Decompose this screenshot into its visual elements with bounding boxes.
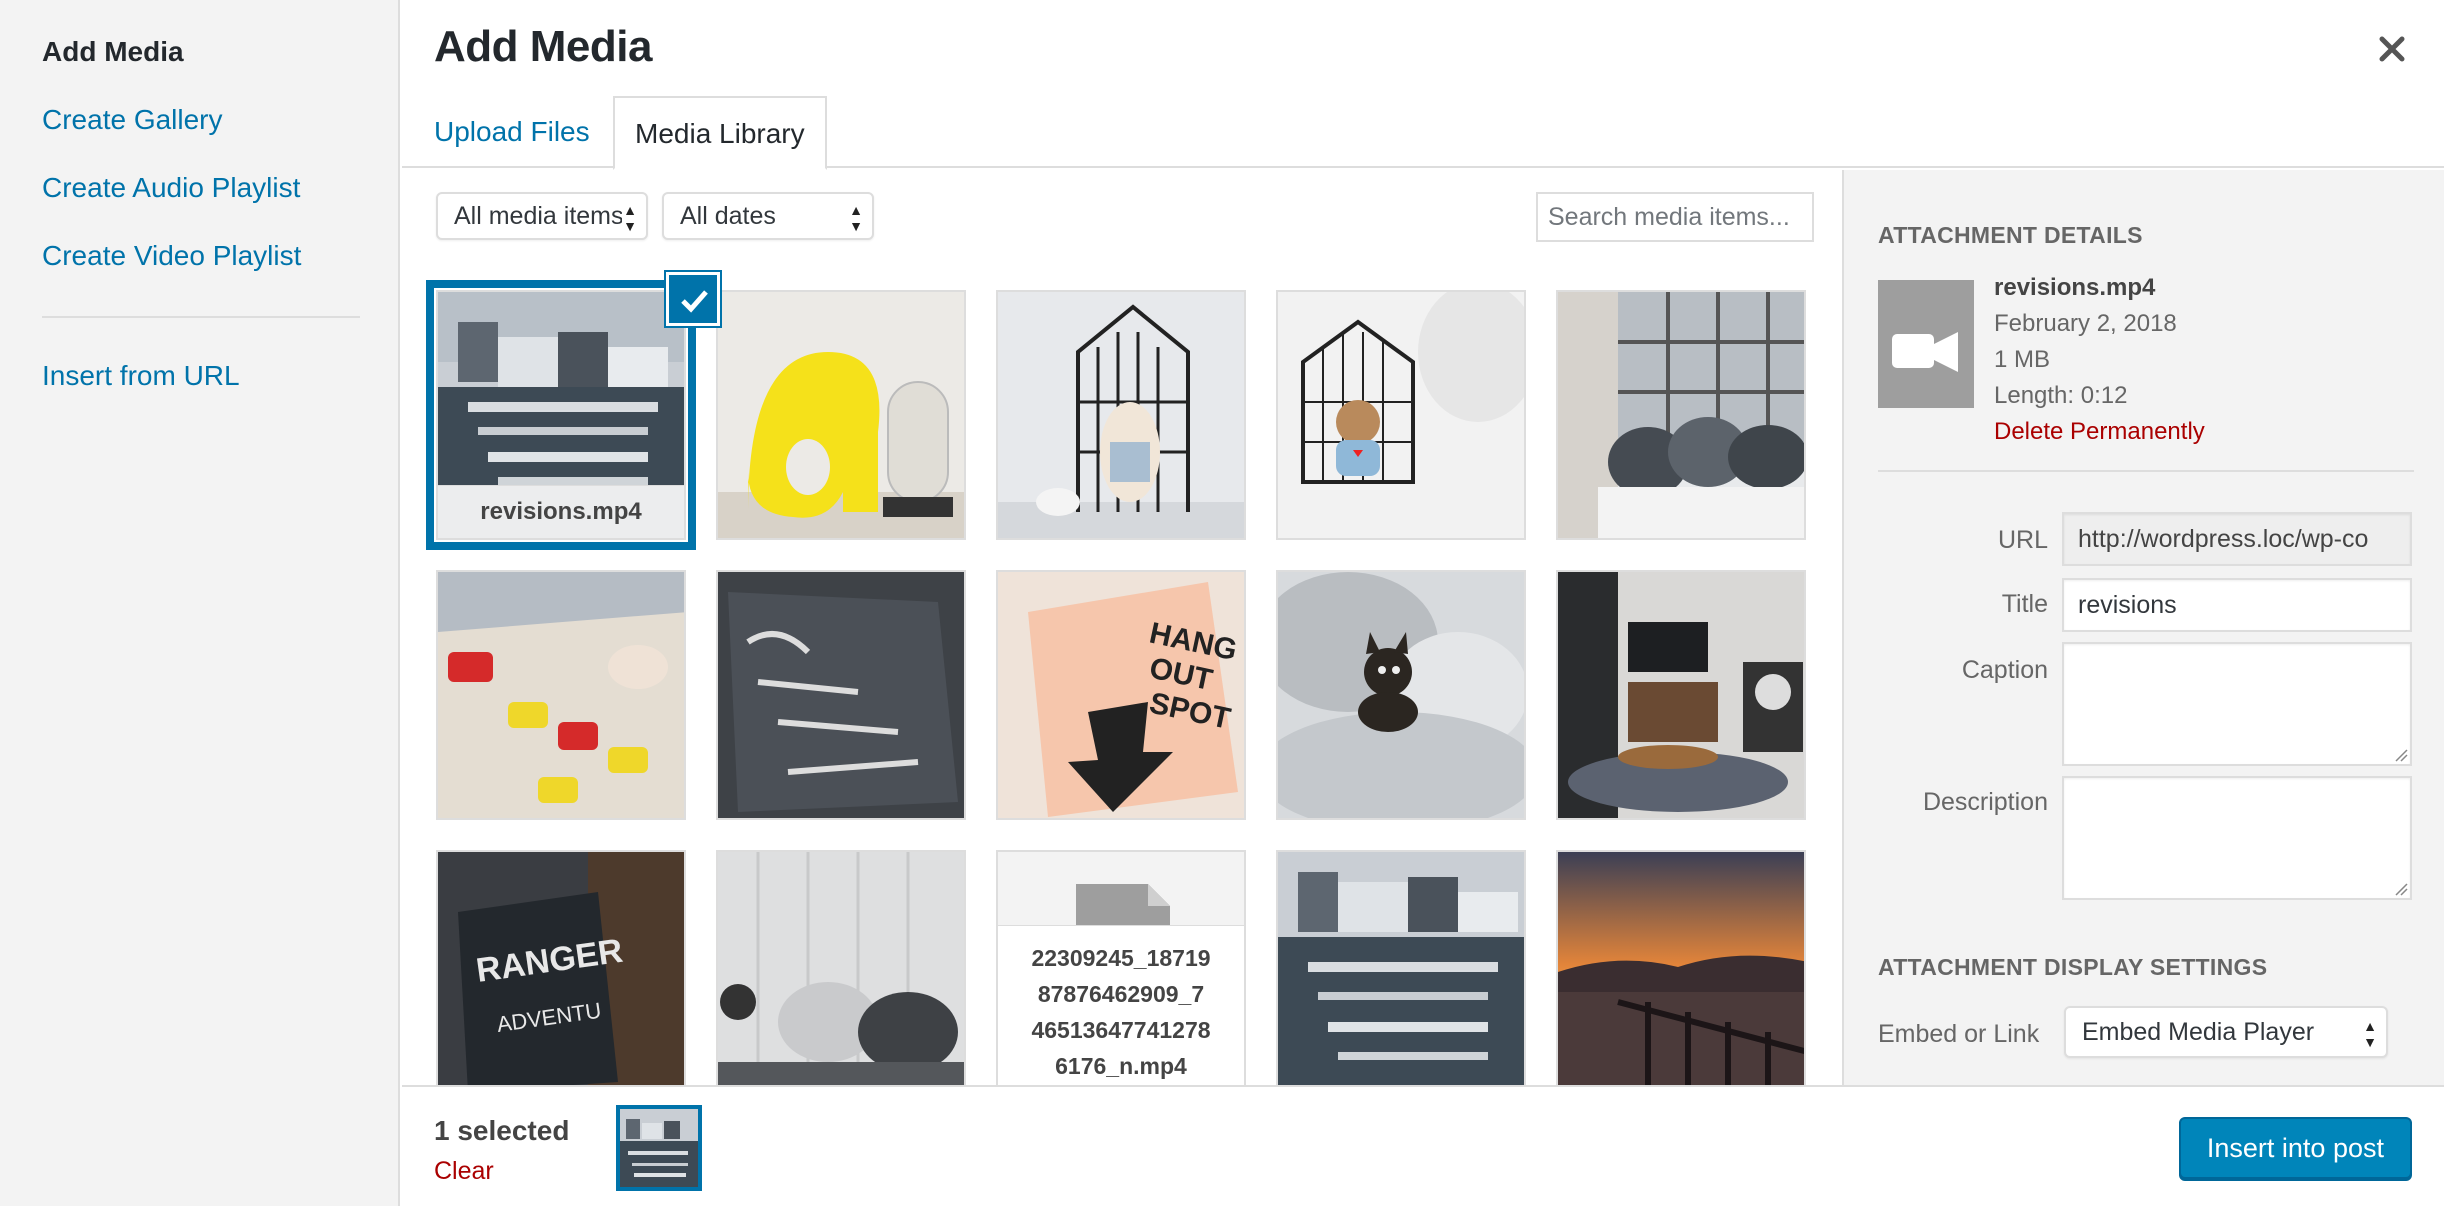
attachment-mp4-file[interactable]: 22309245_18719 87876462909_7 46513647741… xyxy=(996,850,1246,1085)
search-input[interactable] xyxy=(1536,192,1814,242)
attachment-thumbnail xyxy=(718,572,964,818)
attachment-toy-cars[interactable] xyxy=(436,570,686,820)
description-textarea[interactable] xyxy=(2062,776,2412,900)
attachment-thumbnail xyxy=(998,292,1244,538)
embed-or-link-label: Embed or Link xyxy=(1878,1020,2040,1048)
close-icon[interactable] xyxy=(2372,30,2412,70)
media-date-filter-value: All dates xyxy=(680,202,776,230)
menu-separator xyxy=(42,316,360,318)
tab-media-library[interactable]: Media Library xyxy=(613,96,827,170)
attachment-filename: revisions.mp4 xyxy=(1994,274,2156,301)
attachment-filename: 22309245_18719 87876462909_7 46513647741… xyxy=(998,926,1244,1085)
url-field[interactable]: http://wordpress.loc/wp-co xyxy=(2062,512,2412,566)
frame-title: Add Media xyxy=(434,22,652,71)
attachment-thumbnail xyxy=(718,292,964,538)
attachment-window-cushions[interactable] xyxy=(1556,290,1806,540)
tab-upload-files[interactable]: Upload Files xyxy=(414,96,610,168)
attachment-thumbnail xyxy=(1558,292,1804,538)
attachment-teddy-shelf[interactable] xyxy=(1276,290,1526,540)
router-tabs: Upload Files Media Library xyxy=(402,96,2444,170)
display-settings-title: Attachment Display Settings xyxy=(1878,954,2268,980)
video-file-icon xyxy=(1878,280,1974,408)
attachment-details-title: Attachment Details xyxy=(1878,222,2143,248)
attachment-thumbnail xyxy=(1278,852,1524,1085)
attachment-filename: revisions.mp4 xyxy=(438,486,684,538)
media-frame-toolbar: 1 selected Clear Insert into post xyxy=(402,1085,2444,1206)
attachment-thumbnail: HANG OUT SPOT xyxy=(998,572,1244,818)
selected-check-icon[interactable] xyxy=(666,272,720,326)
select-arrows-icon: ▲ ▼ xyxy=(848,194,864,234)
selection-thumbnail[interactable] xyxy=(616,1105,702,1191)
menu-item-create-video-playlist[interactable]: Create Video Playlist xyxy=(42,240,301,272)
title-field[interactable]: revisions xyxy=(2062,578,2412,632)
caption-textarea[interactable] xyxy=(2062,642,2412,766)
details-divider xyxy=(1878,470,2414,472)
attachment-bunny-shelf[interactable] xyxy=(996,290,1246,540)
attachment-thumbnail: RANGER ADVENTU xyxy=(438,852,684,1085)
resize-grip-icon[interactable] xyxy=(2394,882,2408,896)
resize-grip-icon[interactable] xyxy=(2394,748,2408,762)
attachment-thumbnail xyxy=(1278,572,1524,818)
attachment-dog-bed[interactable] xyxy=(1276,570,1526,820)
attachment-white-wood-pillows[interactable] xyxy=(716,850,966,1085)
menu-item-create-audio-playlist[interactable]: Create Audio Playlist xyxy=(42,172,300,204)
select-arrows-icon: ▲ ▼ xyxy=(2362,1008,2378,1050)
attachment-ranger-pillow[interactable]: RANGER ADVENTU xyxy=(436,850,686,1085)
caption-label: Caption xyxy=(1961,656,2048,684)
menu-item-add-media[interactable]: Add Media xyxy=(42,36,184,68)
media-frame: Add Media Upload Files Media Library All… xyxy=(402,0,2444,1206)
selection-count: 1 selected xyxy=(434,1115,570,1146)
attachment-hang-out-spot-pillow[interactable]: HANG OUT SPOT xyxy=(996,570,1246,820)
media-type-filter-value: All media items xyxy=(454,202,624,230)
attachment-date: February 2, 2018 xyxy=(1994,310,2177,337)
attachment-details-sidebar: Attachment Details revisions.mp4 Februar… xyxy=(1842,170,2444,1085)
select-arrows-icon: ▲ ▼ xyxy=(622,194,638,234)
attachment-harbor-2[interactable] xyxy=(1276,850,1526,1085)
attachment-thumbnail xyxy=(1558,572,1804,818)
attachment-revisions-mp4[interactable]: revisions.mp4 xyxy=(426,280,696,550)
embed-or-link-value: Embed Media Player xyxy=(2082,1018,2315,1046)
media-menu: Add Media Create Gallery Create Audio Pl… xyxy=(0,0,400,1206)
url-label: URL xyxy=(1997,526,2048,554)
attachments-grid: revisions.mp4 HANG OUT SPOT RANGER ADVEN… xyxy=(402,270,1842,1085)
menu-item-create-gallery[interactable]: Create Gallery xyxy=(42,104,223,136)
attachment-thumbnail xyxy=(1278,292,1524,538)
attachment-home-pillow[interactable] xyxy=(716,570,966,820)
attachment-thumbnail xyxy=(718,852,964,1085)
description-label: Description xyxy=(1922,788,2048,816)
insert-into-post-button[interactable]: Insert into post xyxy=(2178,1117,2412,1179)
embed-or-link-select[interactable]: Embed Media Player ▲ ▼ xyxy=(2064,1006,2388,1058)
attachment-letter-a-decor[interactable] xyxy=(716,290,966,540)
attachment-living-room[interactable] xyxy=(1556,570,1806,820)
title-label: Title xyxy=(2001,590,2048,618)
attachment-size: 1 MB xyxy=(1994,346,2051,373)
media-type-filter[interactable]: All media items ▲ ▼ xyxy=(436,192,648,240)
clear-selection-link[interactable]: Clear xyxy=(434,1157,494,1186)
attachment-thumbnail xyxy=(1558,852,1804,1085)
attachment-sunset-pier[interactable] xyxy=(1556,850,1806,1085)
attachment-thumbnail xyxy=(438,572,684,818)
media-date-filter[interactable]: All dates ▲ ▼ xyxy=(662,192,874,240)
delete-permanently-link[interactable]: Delete Permanently xyxy=(1994,418,2205,446)
menu-item-insert-from-url[interactable]: Insert from URL xyxy=(42,360,240,392)
attachment-length: Length: 0:12 xyxy=(1994,382,2128,409)
